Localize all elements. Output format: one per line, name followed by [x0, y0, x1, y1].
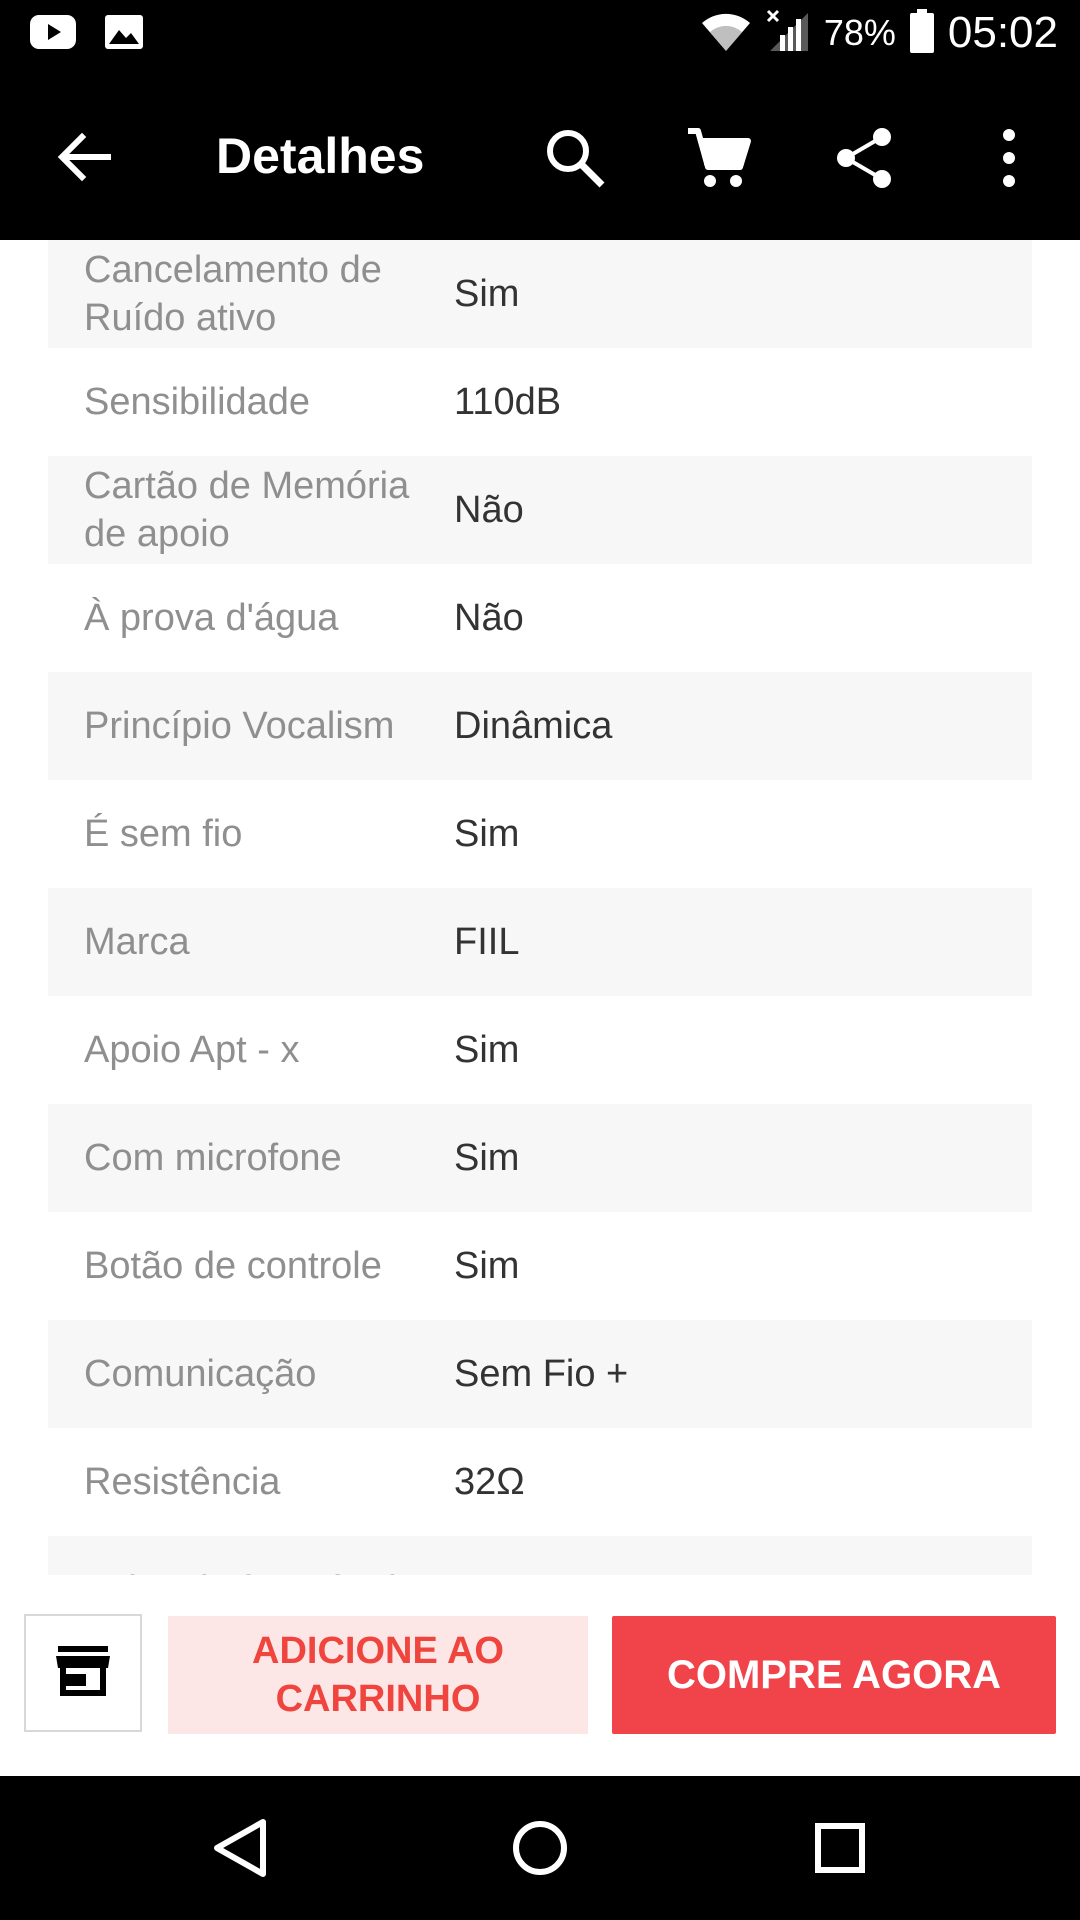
battery-icon: [909, 8, 934, 58]
spec-row: Princípio Vocalism Dinâmica: [48, 672, 1032, 780]
add-to-cart-button[interactable]: ADICIONE AO CARRINHO: [168, 1616, 588, 1734]
spec-row: À prova d'água Não: [48, 564, 1032, 672]
spec-label: Com microfone: [84, 1137, 342, 1179]
spec-row: Cartão de Memória de apoio Não: [48, 456, 1032, 564]
share-icon[interactable]: [830, 123, 900, 193]
spec-label: Resistência: [84, 1461, 281, 1503]
spec-label: Princípio Vocalism: [84, 705, 395, 747]
battery-percentage: 78%: [823, 12, 896, 53]
spec-row: Com microfone Sim: [48, 1104, 1032, 1212]
store-button[interactable]: [24, 1614, 142, 1732]
navigation-bar: [0, 1776, 1080, 1920]
spec-label: Comunicação: [84, 1353, 317, 1395]
back-icon[interactable]: [205, 1812, 277, 1884]
spec-value: Sim: [454, 273, 520, 315]
spec-value: FIIL: [454, 921, 520, 963]
spec-label: Apoio Apt - x: [84, 1029, 300, 1071]
youtube-icon: [30, 15, 76, 54]
spec-value: Sim: [454, 813, 520, 855]
spec-row: Comunicação Sem Fio +: [48, 1320, 1032, 1428]
spec-row: É sem fio Sim: [48, 780, 1032, 888]
spec-list[interactable]: Cancelamento de Ruído ativo Sim Cancelam…: [0, 240, 1080, 1575]
spec-value: Sim: [454, 1137, 520, 1179]
store-icon: [54, 1644, 112, 1703]
recents-icon[interactable]: [804, 1812, 876, 1884]
spec-value: Dinâmica: [454, 705, 613, 747]
home-icon[interactable]: [504, 1812, 576, 1884]
app-bar: Detalhes: [0, 75, 1080, 240]
buy-now-button[interactable]: COMPRE AGORA: [612, 1616, 1056, 1734]
spec-value: Não: [454, 489, 524, 531]
spec-label: Cancelamento de Ruído ativo: [84, 249, 382, 339]
spec-label: À prova d'água: [84, 597, 339, 639]
spec-row: Marca FIIL: [48, 888, 1032, 996]
spec-value: Não: [454, 597, 524, 639]
page-title: Detalhes: [216, 128, 425, 184]
back-arrow-icon[interactable]: [52, 125, 116, 189]
spec-label: Faixa de freqüência: [48, 1566, 454, 1575]
spec-value: 100 - 10000 Hz: [454, 1566, 714, 1575]
spec-row: Botão de controle Sim: [48, 1212, 1032, 1320]
cart-icon[interactable]: [684, 123, 754, 193]
spec-label: Botão de controle: [84, 1245, 382, 1287]
spec-label: Sensibilidade: [84, 381, 311, 423]
spec-value: Sem Fio +: [454, 1353, 629, 1395]
status-bar: 78% 05:02: [0, 0, 1080, 75]
spec-row: Sensibilidade 110dB: [48, 348, 1032, 456]
spec-row: Cancelamento de Ruído ativo Sim: [48, 240, 1032, 348]
spec-label: Marca: [84, 921, 190, 963]
spec-label: Cartão de Memória de apoio: [84, 465, 410, 555]
spec-value: Sim: [454, 1245, 520, 1287]
spec-value: 32Ω: [454, 1461, 525, 1503]
signal-icon: [766, 9, 810, 58]
spec-label: É sem fio: [84, 813, 243, 855]
wifi-icon: [700, 9, 752, 58]
spec-row: Resistência 32Ω: [48, 1428, 1032, 1536]
clock: 05:02: [947, 8, 1058, 57]
image-icon: [104, 14, 144, 55]
more-vert-icon[interactable]: [974, 123, 1044, 193]
spec-value: Sim: [454, 1029, 520, 1071]
spec-row: Apoio Apt - x Sim: [48, 996, 1032, 1104]
spec-row: Faixa de freqüência 100 - 10000 Hz: [48, 1536, 1032, 1575]
spec-value: 110dB: [454, 381, 562, 423]
search-icon[interactable]: [540, 123, 610, 193]
